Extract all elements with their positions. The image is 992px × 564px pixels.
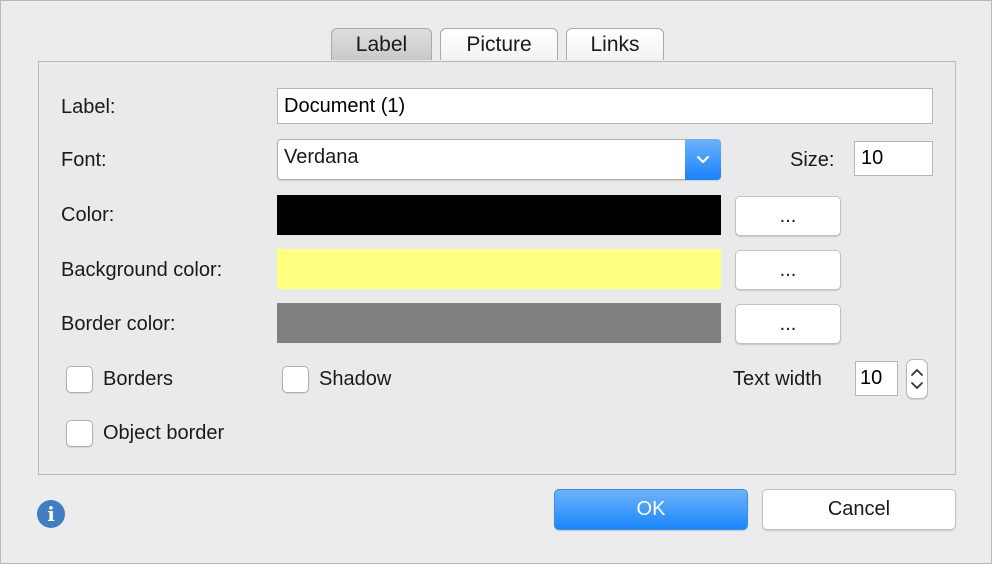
chevron-up-icon: [911, 369, 923, 376]
border-color-caption: Border color:: [61, 313, 176, 335]
object-border-label: Object border: [103, 422, 225, 444]
shadow-label: Shadow: [319, 368, 392, 390]
chevron-down-icon: [911, 382, 923, 389]
object-border-checkbox[interactable]: [66, 420, 93, 447]
size-input[interactable]: [854, 141, 933, 176]
font-caption: Font:: [61, 149, 107, 171]
font-select-value: Verdana: [284, 146, 359, 168]
label-input[interactable]: [277, 88, 933, 124]
border-color-picker-button[interactable]: ...: [735, 304, 841, 344]
color-caption: Color:: [61, 204, 115, 226]
tab-bar: Label Picture Links: [331, 28, 664, 60]
tab-picture[interactable]: Picture: [440, 28, 558, 60]
background-color-swatch[interactable]: [277, 249, 721, 289]
cancel-button[interactable]: Cancel: [762, 489, 956, 530]
info-icon[interactable]: i: [37, 500, 65, 528]
text-width-input[interactable]: [855, 361, 898, 396]
chevron-down-icon: [685, 139, 721, 180]
label-tab-panel: Label: Font: Verdana Size: Color: ... Ba…: [38, 61, 956, 475]
text-width-stepper[interactable]: [906, 359, 928, 399]
tab-links[interactable]: Links: [566, 28, 664, 60]
border-color-swatch[interactable]: [277, 303, 721, 343]
background-color-caption: Background color:: [61, 259, 223, 281]
text-width-caption: Text width: [733, 368, 822, 390]
dialog-window: Label Picture Links Label: Font: Verdana…: [0, 0, 992, 564]
color-picker-button[interactable]: ...: [735, 196, 841, 236]
color-swatch[interactable]: [277, 195, 721, 235]
font-select[interactable]: Verdana: [277, 139, 721, 180]
borders-checkbox[interactable]: [66, 366, 93, 393]
tab-label[interactable]: Label: [331, 28, 432, 60]
background-color-picker-button[interactable]: ...: [735, 250, 841, 290]
size-caption: Size:: [790, 149, 835, 171]
borders-label: Borders: [103, 368, 174, 390]
label-caption: Label:: [61, 96, 116, 118]
shadow-checkbox[interactable]: [282, 366, 309, 393]
ok-button[interactable]: OK: [554, 489, 748, 530]
